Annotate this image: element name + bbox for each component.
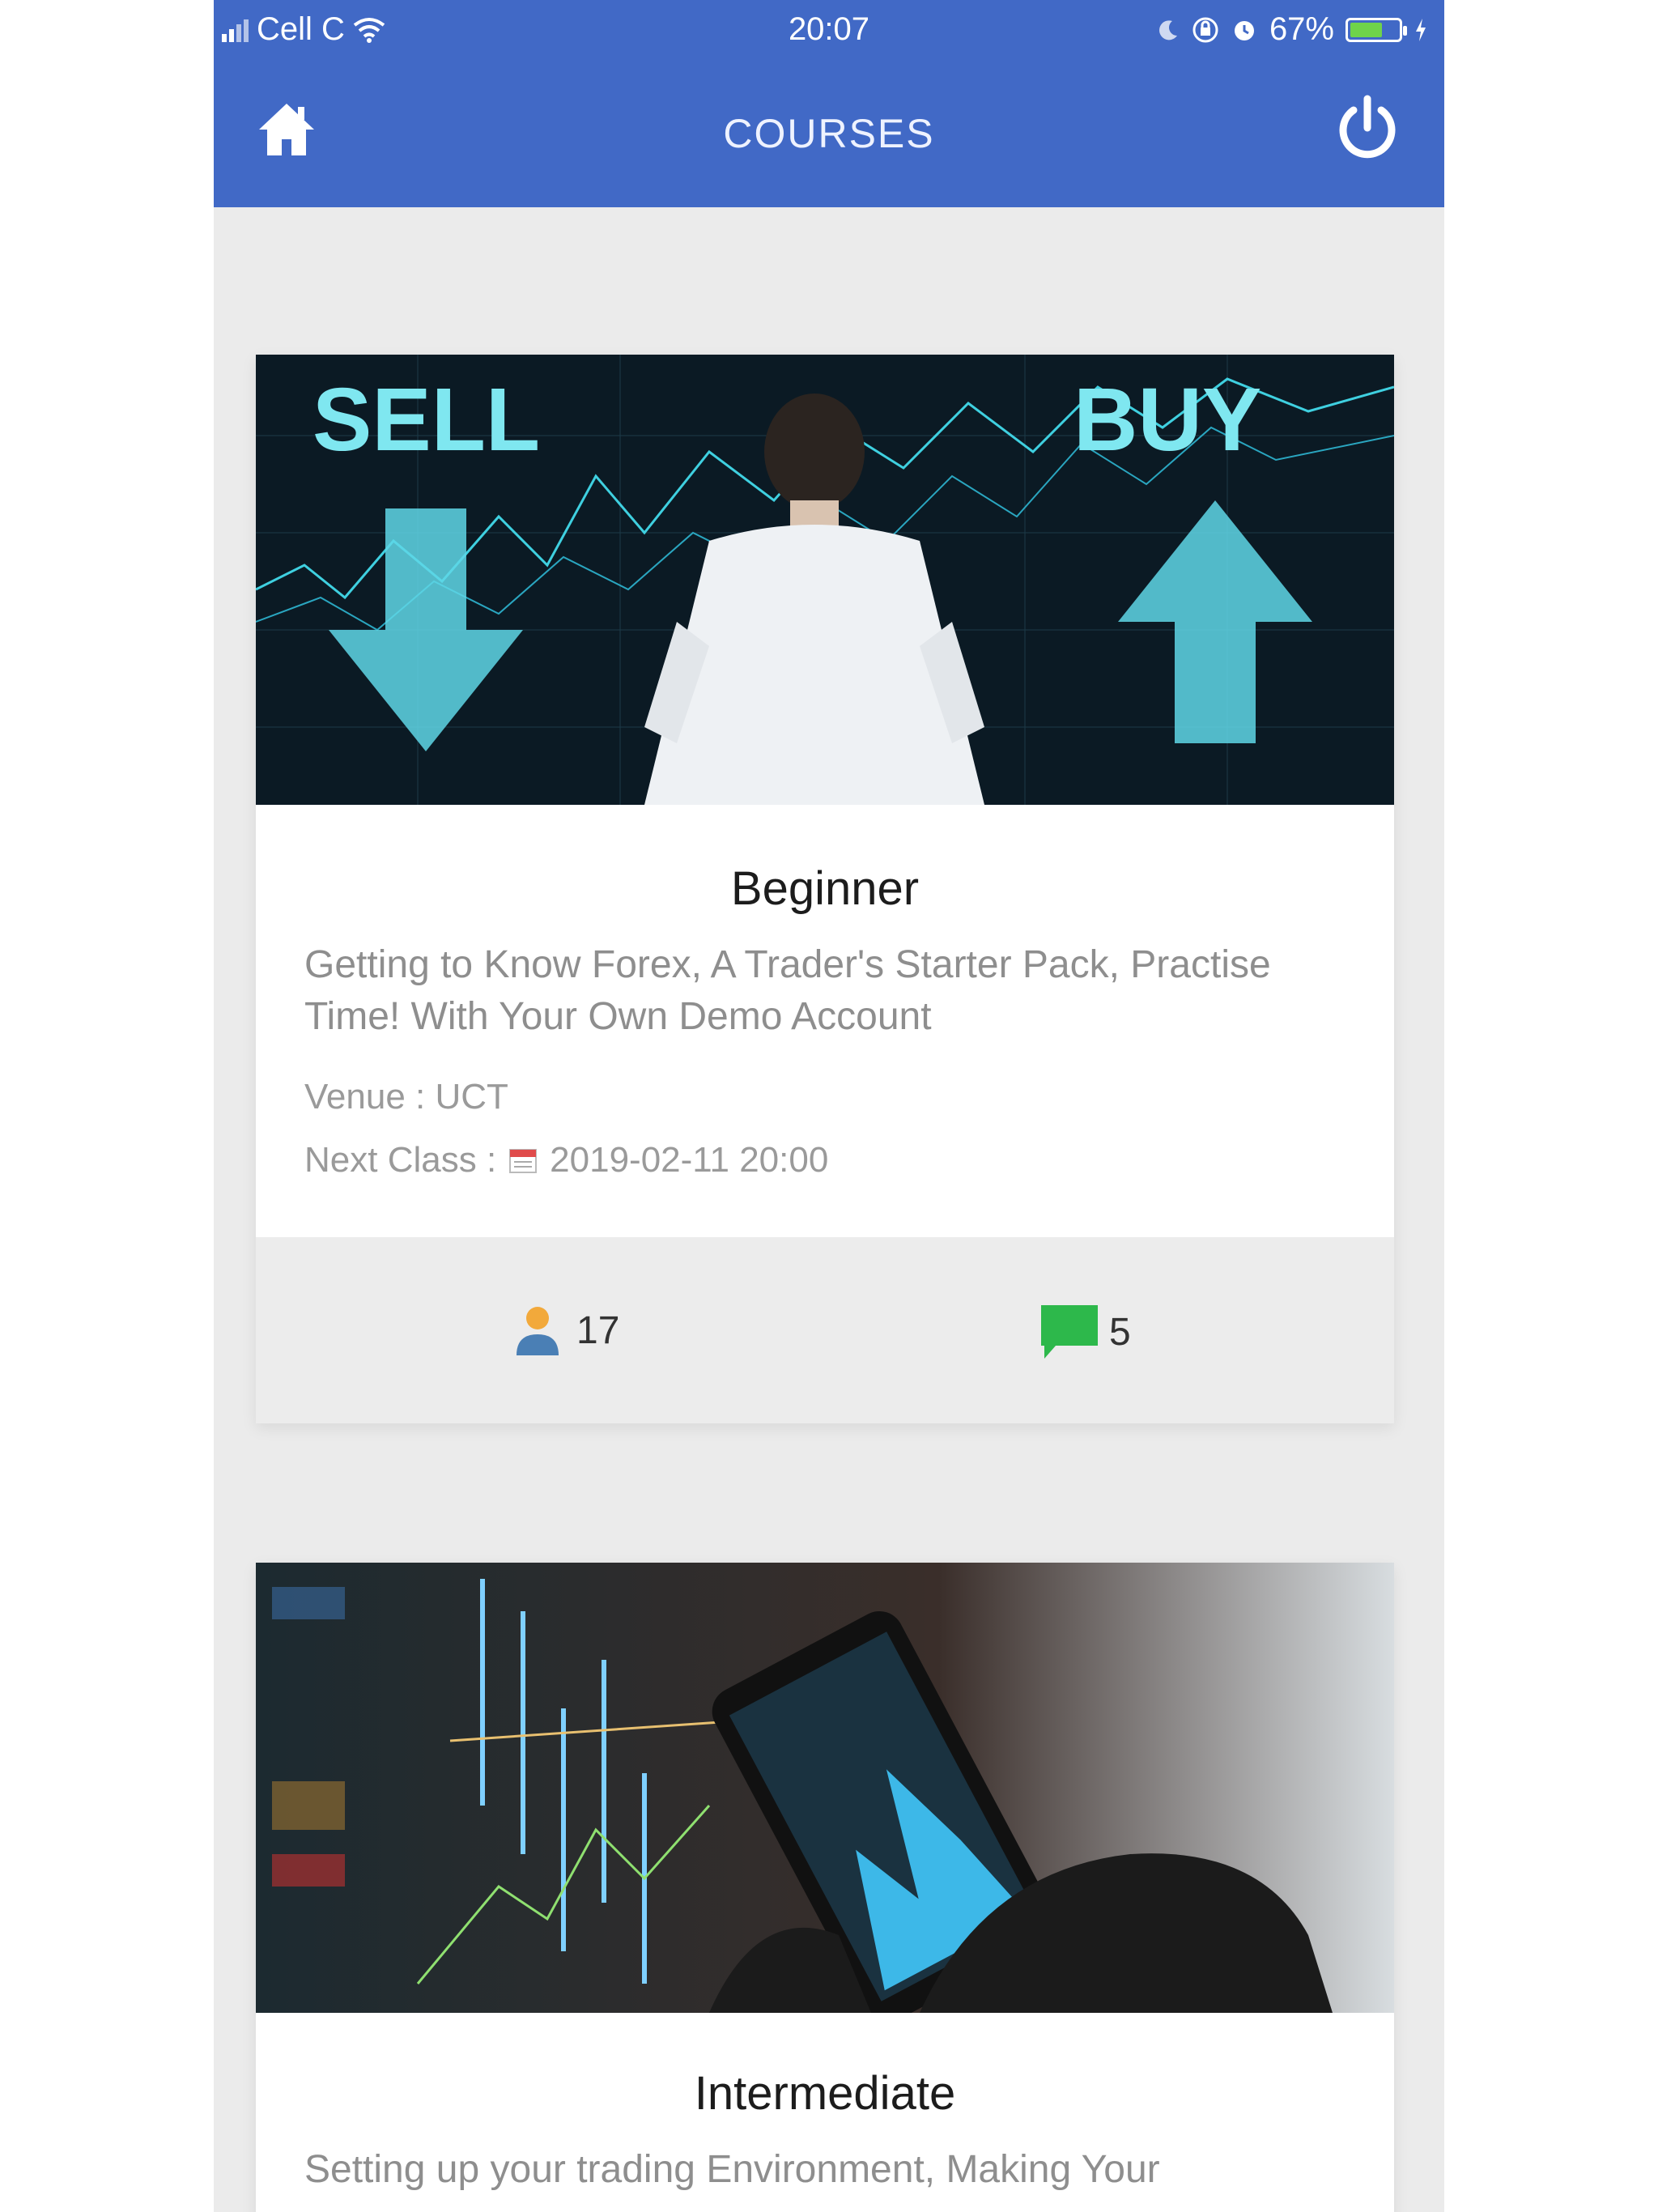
alarm-icon	[1234, 20, 1254, 40]
course-venue: Venue : UCT	[304, 1077, 508, 1117]
svg-text:BUY: BUY	[1073, 370, 1261, 470]
course-footer: 17 5	[256, 1237, 1394, 1423]
person-icon	[517, 1307, 559, 1355]
power-icon	[1339, 95, 1396, 159]
course-image-intermediate	[256, 1563, 1394, 2013]
comment-icon	[1041, 1305, 1098, 1359]
status-right: 67%	[1156, 11, 1428, 48]
battery-icon	[1346, 17, 1407, 42]
top-nav-bar: COURSES	[214, 62, 1444, 207]
moon-icon	[1158, 19, 1177, 40]
course-title: Beginner	[730, 862, 920, 915]
status-bar: Cell C 20:07 67%	[214, 0, 1444, 62]
logout-button[interactable]	[1331, 92, 1404, 165]
battery-fill	[1350, 22, 1382, 37]
course-card-intermediate[interactable]: Intermediate Setting up your trading Env…	[256, 1563, 1394, 2212]
course-image-beginner: SELL BUY	[256, 355, 1394, 805]
members-count-button[interactable]: 17	[513, 1302, 619, 1359]
course-title: Intermediate	[694, 2067, 956, 2120]
course-description: Getting to Know Forex, A Trader's Starte…	[304, 943, 1271, 1038]
comments-count: 5	[1109, 1310, 1131, 1354]
course-description: Setting up your trading Environment, Mak…	[304, 2148, 1160, 2191]
comments-count-button[interactable]: 5	[1038, 1302, 1131, 1362]
next-class-row: Next Class : 2019-02-11 20:00	[304, 1140, 828, 1180]
calendar-icon	[509, 1149, 538, 1173]
page-title: COURSES	[723, 111, 935, 156]
battery-percent: 67%	[1269, 11, 1334, 47]
orientation-lock-icon	[1192, 17, 1218, 42]
svg-text:SELL: SELL	[312, 370, 540, 470]
course-card-beginner[interactable]: SELL BUY Beginner Getting to Know Forex,…	[256, 355, 1394, 1423]
next-class-datetime: 2019-02-11 20:00	[550, 1140, 829, 1180]
members-count: 17	[576, 1308, 620, 1352]
charging-icon	[1416, 18, 1426, 41]
next-class-label: Next Class :	[304, 1140, 497, 1180]
app-screen: Cell C 20:07 67% COURSES SELL BUY Beginn…	[214, 0, 1444, 2212]
